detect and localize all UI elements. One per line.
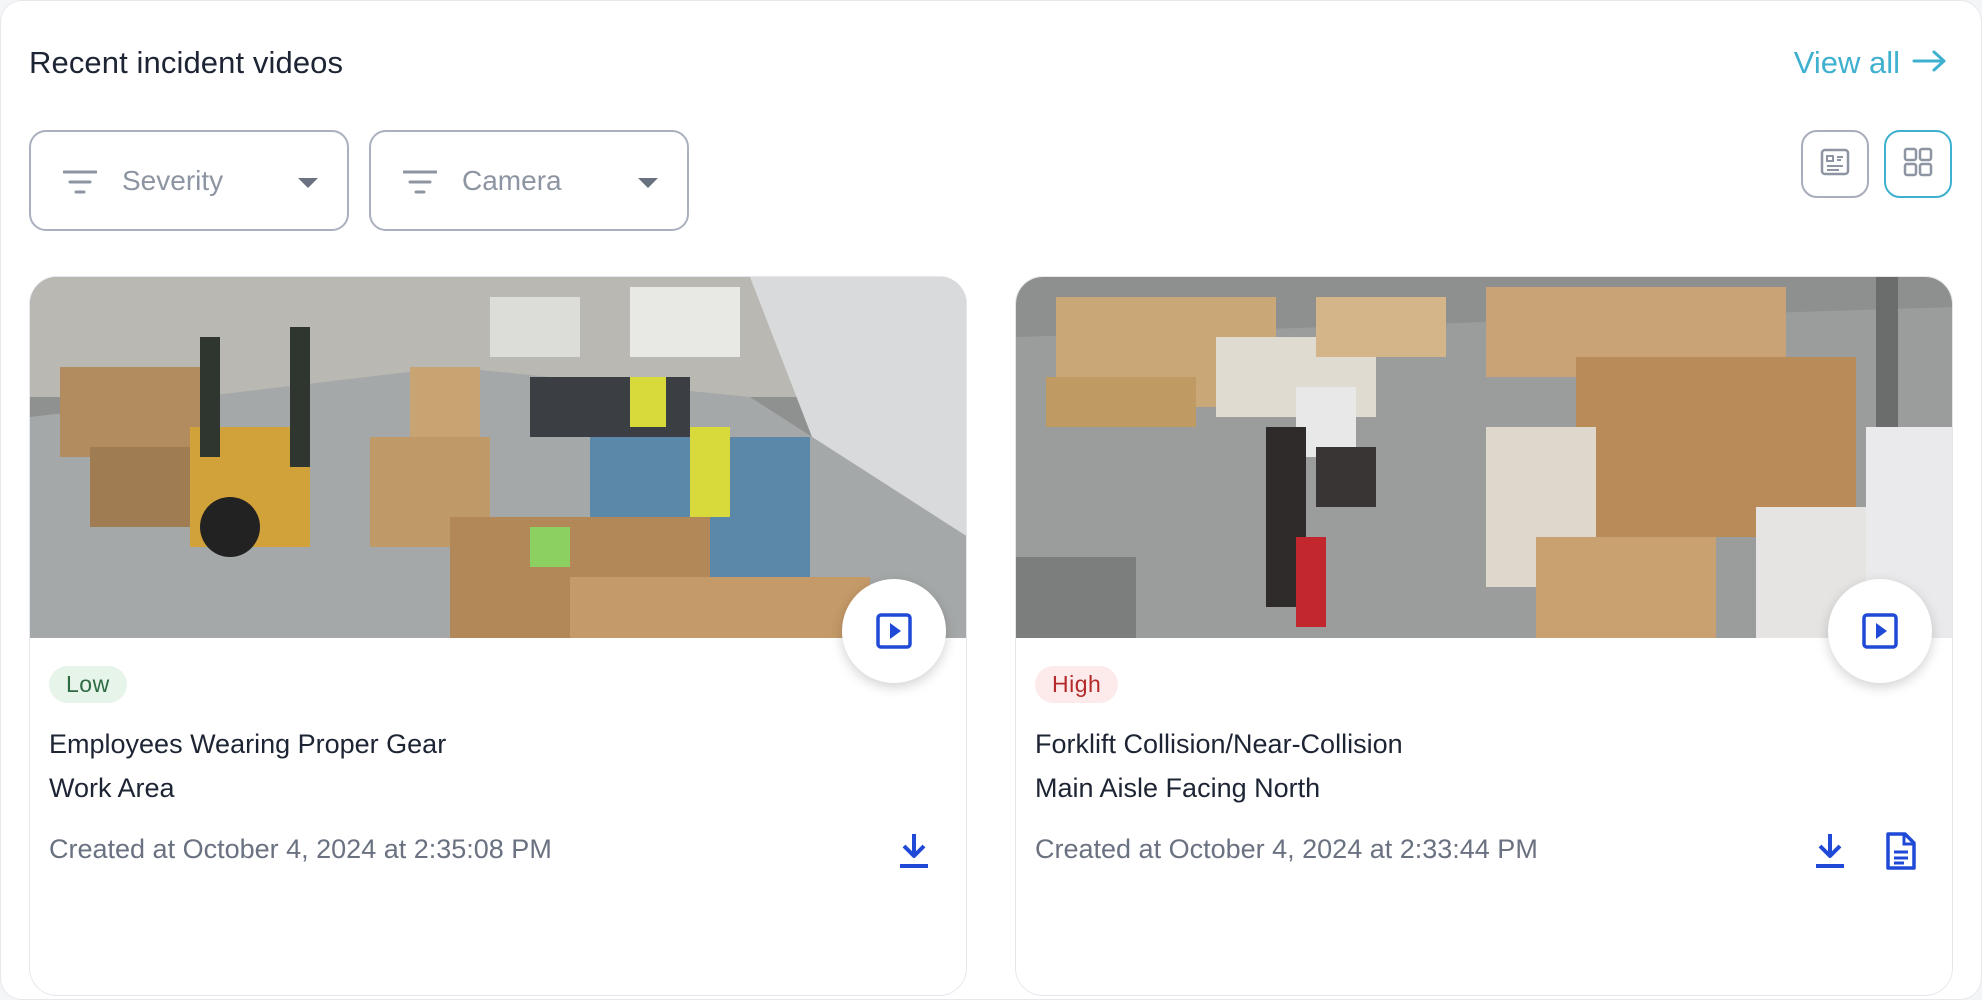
incident-video-card[interactable]: Low Employees Wearing Proper Gear Work A…	[29, 276, 967, 996]
play-icon	[1862, 613, 1898, 649]
incident-title: Forklift Collision/Near-Collision	[1035, 729, 1403, 759]
view-all-label: View all	[1793, 45, 1900, 80]
filter-icon	[402, 168, 438, 196]
chevron-down-icon	[297, 176, 319, 188]
severity-badge: High	[1035, 666, 1119, 703]
camera-location: Work Area	[49, 773, 175, 803]
list-view-icon	[1819, 146, 1851, 183]
incident-videos-panel: Recent incident videos View all Severity…	[0, 0, 1982, 1000]
section-title: Recent incident videos	[29, 45, 344, 80]
camera-filter-dropdown[interactable]: Camera	[369, 130, 689, 231]
download-icon[interactable]	[1810, 829, 1850, 873]
created-timestamp: Created at October 4, 2024 at 2:35:08 PM	[49, 834, 552, 864]
grid-view-toggle[interactable]	[1884, 130, 1952, 198]
view-all-link[interactable]: View all	[1794, 45, 1948, 81]
incident-video-card[interactable]: High Forklift Collision/Near-Collision M…	[1015, 276, 1953, 996]
incident-title: Employees Wearing Proper Gear	[49, 729, 447, 759]
video-thumbnail[interactable]	[1016, 277, 1952, 638]
severity-badge: Low	[49, 666, 127, 703]
list-view-toggle[interactable]	[1801, 130, 1869, 198]
chevron-down-icon	[637, 176, 659, 188]
severity-filter-dropdown[interactable]: Severity	[29, 130, 349, 231]
video-thumbnail[interactable]	[30, 277, 966, 638]
arrow-right-icon	[1912, 45, 1948, 81]
camera-filter-label: Camera	[462, 164, 562, 196]
download-icon[interactable]	[894, 829, 934, 873]
play-icon	[876, 613, 912, 649]
report-document-icon[interactable]	[1880, 829, 1920, 873]
card-actions	[894, 829, 934, 873]
play-video-button[interactable]	[1828, 579, 1932, 683]
card-actions	[1810, 829, 1920, 873]
camera-location: Main Aisle Facing North	[1035, 773, 1321, 803]
filter-icon	[62, 168, 98, 196]
severity-filter-label: Severity	[122, 164, 224, 196]
created-timestamp: Created at October 4, 2024 at 2:33:44 PM	[1035, 834, 1538, 864]
grid-view-icon	[1902, 146, 1934, 183]
play-video-button[interactable]	[842, 579, 946, 683]
